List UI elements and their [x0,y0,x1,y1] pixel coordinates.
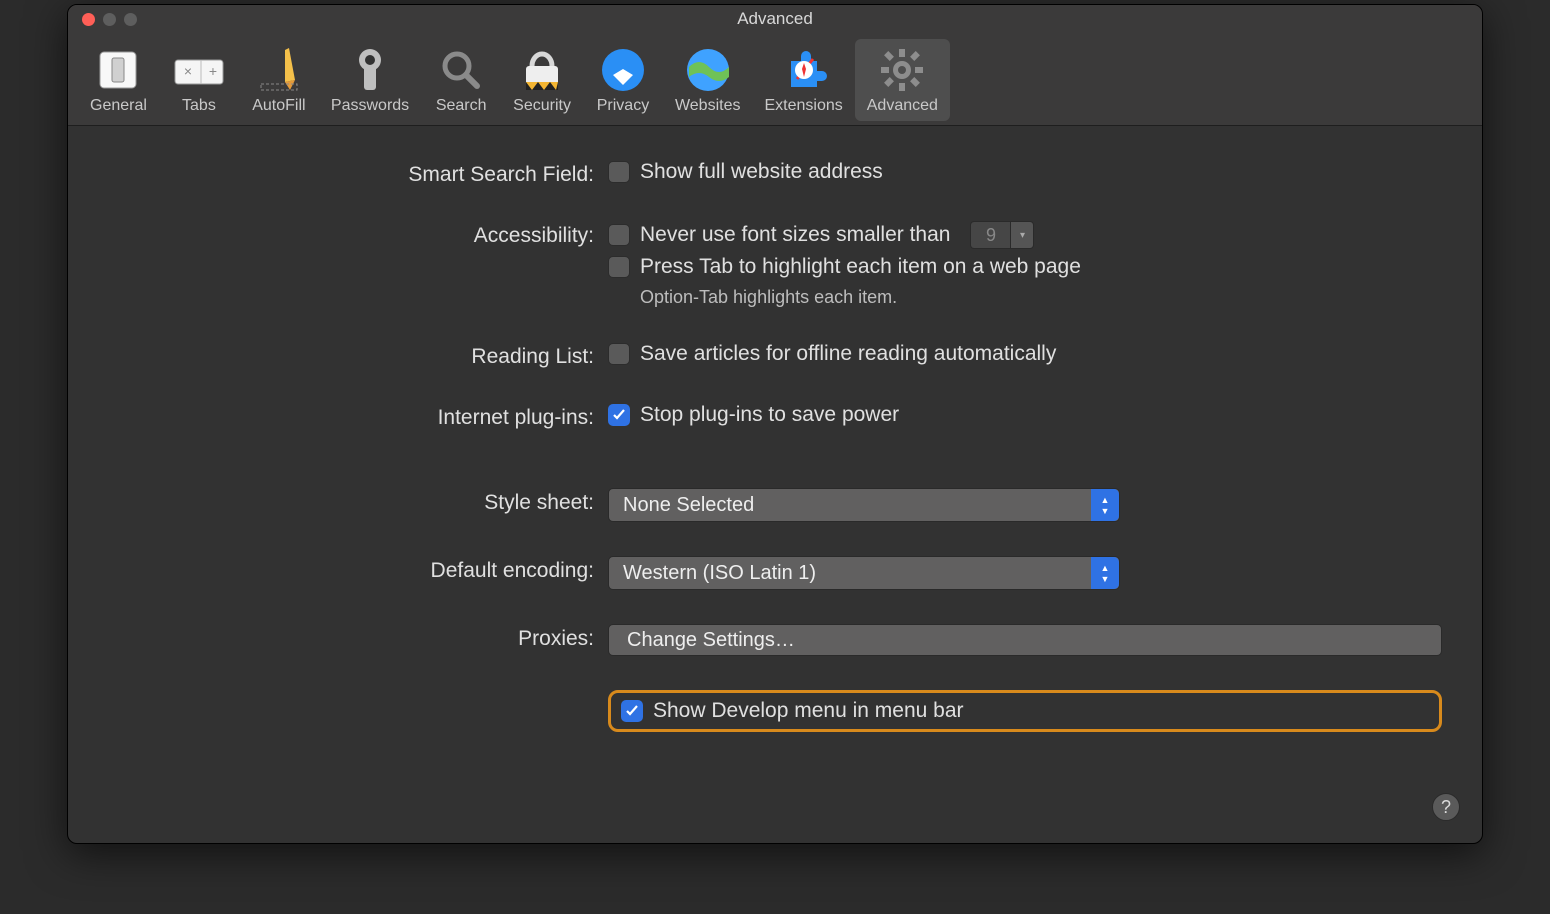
tabs-icon: ×+ [171,45,227,95]
show-full-url-label: Show full website address [640,160,883,184]
popup-arrows-icon: ▲▼ [1091,557,1119,589]
tab-label: Extensions [764,97,842,115]
websites-icon [680,45,736,95]
smart-search-label: Smart Search Field: [108,160,608,187]
security-icon [514,45,570,95]
tab-websites[interactable]: Websites [663,39,753,121]
advanced-icon [874,45,930,95]
offline-reading-label: Save articles for offline reading automa… [640,342,1056,366]
window-controls [68,13,137,26]
autofill-icon [251,45,307,95]
popup-arrows-icon: ▲▼ [1091,489,1119,521]
tab-label: AutoFill [252,97,305,115]
tab-label: Websites [675,97,741,115]
tab-label: Search [436,97,487,115]
develop-menu-highlight: Show Develop menu in menu bar [608,690,1442,732]
stylesheet-popup[interactable]: None Selected ▲▼ [608,488,1120,522]
develop-menu-checkbox[interactable] [621,700,643,722]
encoding-value: Western (ISO Latin 1) [623,562,816,585]
preferences-toolbar: General ×+ Tabs AutoFill Passwords Searc… [68,33,1482,126]
titlebar: Advanced [68,5,1482,33]
search-icon [433,45,489,95]
tab-extensions[interactable]: Extensions [752,39,854,121]
svg-text:×: × [184,63,192,79]
offline-reading-checkbox[interactable] [608,343,630,365]
tab-label: General [90,97,147,115]
tab-label: Privacy [597,97,649,115]
tab-tabs[interactable]: ×+ Tabs [159,39,239,121]
general-icon [90,45,146,95]
tab-label: Tabs [182,97,216,115]
preferences-window: Advanced General ×+ Tabs AutoFill Passwo… [67,4,1483,844]
stop-plugins-checkbox[interactable] [608,404,630,426]
proxies-label: Proxies: [108,624,608,651]
chevron-down-icon[interactable]: ▾ [1010,221,1034,249]
advanced-pane: Smart Search Field: Show full website ad… [68,126,1482,762]
min-font-value: 9 [970,221,1010,249]
window-title: Advanced [68,9,1482,29]
encoding-popup[interactable]: Western (ISO Latin 1) ▲▼ [608,556,1120,590]
extensions-icon [776,45,832,95]
stylesheet-label: Style sheet: [108,488,608,515]
reading-list-label: Reading List: [108,342,608,369]
plugins-label: Internet plug-ins: [108,403,608,430]
tab-label: Advanced [867,97,938,115]
tab-advanced[interactable]: Advanced [855,39,950,121]
stylesheet-value: None Selected [623,494,754,517]
tab-security[interactable]: Security [501,39,583,121]
min-font-select[interactable]: 9 ▾ [970,221,1034,249]
encoding-label: Default encoding: [108,556,608,583]
tab-passwords[interactable]: Passwords [319,39,421,121]
tab-label: Passwords [331,97,409,115]
tab-general[interactable]: General [78,39,159,121]
tab-highlight-note: Option-Tab highlights each item. [640,287,1442,308]
tab-label: Security [513,97,571,115]
min-font-label: Never use font sizes smaller than [640,223,950,247]
tab-search[interactable]: Search [421,39,501,121]
tab-highlight-label: Press Tab to highlight each item on a we… [640,255,1081,279]
tab-autofill[interactable]: AutoFill [239,39,319,121]
develop-menu-label: Show Develop menu in menu bar [653,699,964,723]
svg-text:+: + [209,63,217,79]
minimize-button[interactable] [103,13,116,26]
tab-privacy[interactable]: Privacy [583,39,663,121]
accessibility-label: Accessibility: [108,221,608,248]
zoom-button[interactable] [124,13,137,26]
min-font-checkbox[interactable] [608,224,630,246]
tab-highlight-checkbox[interactable] [608,256,630,278]
show-full-url-checkbox[interactable] [608,161,630,183]
passwords-icon [342,45,398,95]
privacy-icon [595,45,651,95]
stop-plugins-label: Stop plug-ins to save power [640,403,899,427]
close-button[interactable] [82,13,95,26]
proxies-change-button[interactable]: Change Settings… [608,624,1442,656]
help-button[interactable]: ? [1432,793,1460,821]
